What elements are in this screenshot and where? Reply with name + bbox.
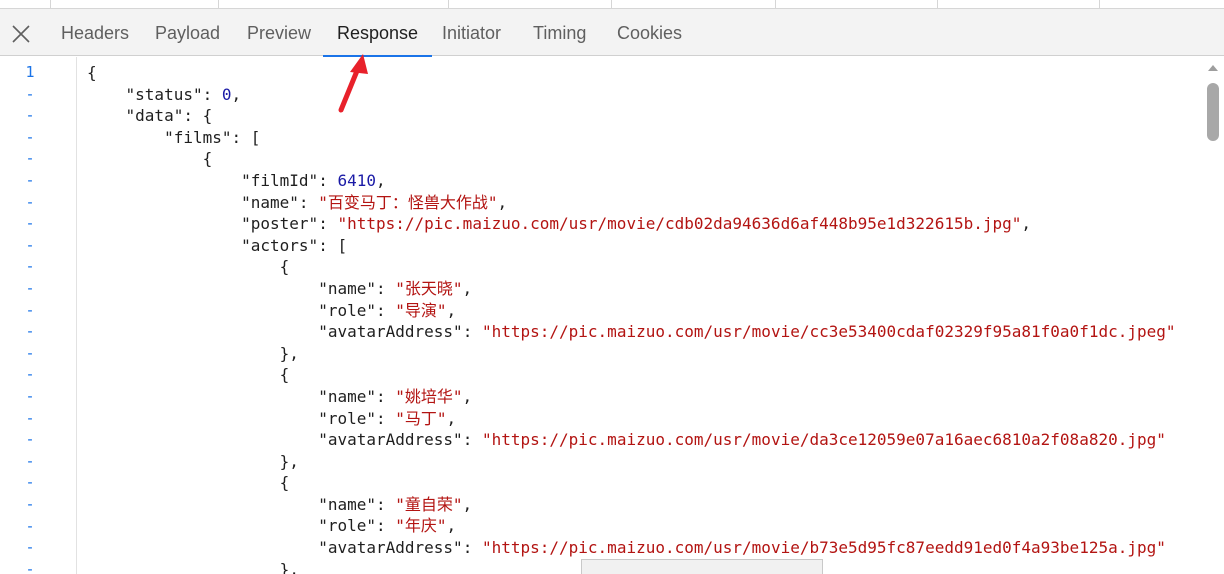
fold-marker: - (25, 559, 35, 574)
scroll-up-arrow-icon[interactable] (1208, 65, 1218, 71)
close-button[interactable] (8, 21, 34, 47)
tab-preview[interactable]: Preview (247, 9, 311, 56)
fold-marker: - (25, 149, 35, 168)
fold-marker: - (25, 127, 35, 146)
fold-marker: - (25, 365, 35, 384)
code-line: "filmId": 6410, (241, 170, 386, 190)
code-line: "role": "年庆", (318, 516, 457, 536)
close-icon (12, 25, 30, 43)
tab-response[interactable]: Response (323, 9, 433, 57)
code-line: "poster": "https://pic.maizuo.com/usr/mo… (241, 214, 1032, 234)
code-line: { (87, 257, 290, 277)
response-code[interactable]: { "status": 0, "data": { "films": [ { "f… (87, 62, 1202, 574)
fold-marker: - (25, 516, 35, 535)
response-viewer[interactable]: 1 - - - - - - - - - - - - - - - - - - - - - - - { "status": 0, … (0, 57, 1224, 574)
code-line: "actors": [ (241, 235, 348, 255)
code-line: { (87, 365, 290, 385)
fold-marker: - (25, 192, 35, 211)
scrollbar-thumb[interactable] (1207, 83, 1219, 141)
fold-marker: - (25, 171, 35, 189)
tab-payload[interactable]: Payload (155, 9, 220, 56)
code-line: "name": "百变马丁：怪兽大作战", (241, 192, 508, 212)
code-line: "name": "姚培华", (318, 386, 473, 406)
code-line: "films": [ (164, 127, 261, 147)
fold-marker: - (25, 495, 35, 513)
code-line: { (87, 63, 97, 82)
code-line: }, (87, 343, 299, 363)
fold-marker: - (25, 214, 35, 233)
fold-marker: - (25, 473, 35, 492)
fold-marker: - (25, 84, 35, 103)
code-line: "avatarAddress": "https://pic.maizuo.com… (318, 538, 1166, 558)
fold-marker: - (25, 322, 35, 341)
fold-marker: - (25, 538, 35, 557)
code-line: "role": "导演", (318, 300, 457, 320)
tab-cookies[interactable]: Cookies (617, 9, 682, 56)
fold-marker: - (25, 408, 35, 427)
fold-marker: - (25, 106, 35, 125)
code-line: "avatarAddress": "https://pic.maizuo.com… (318, 322, 1176, 342)
fold-marker: - (25, 300, 35, 319)
tab-initiator[interactable]: Initiator (442, 9, 501, 56)
code-line: "status": 0, (125, 84, 242, 104)
code-line: "role": "马丁", (318, 408, 457, 428)
bottom-panel-tab[interactable] (581, 559, 823, 574)
tab-timing[interactable]: Timing (533, 9, 586, 56)
fold-marker: - (25, 257, 35, 276)
fold-marker: - (25, 279, 35, 297)
top-strip (0, 0, 1224, 9)
line-number: 1 (25, 63, 35, 81)
devtools-tab-bar: Headers Payload Preview Response Initiat… (0, 9, 1224, 57)
tab-headers[interactable]: Headers (61, 9, 129, 56)
code-line: "avatarAddress": "https://pic.maizuo.com… (318, 430, 1166, 450)
line-number-gutter: 1 - - - - - - - - - - - - - - - - - - - - - - - (0, 57, 77, 574)
code-line: "data": { (125, 106, 213, 126)
code-line: "name": "童自荣", (318, 494, 473, 514)
code-line: "name": "张天晓", (318, 278, 473, 298)
code-line: }, (87, 451, 299, 471)
fold-marker: - (25, 451, 35, 470)
code-line: { (87, 149, 213, 169)
fold-marker: - (25, 430, 35, 449)
code-line: { (87, 473, 290, 493)
fold-marker: - (25, 343, 35, 362)
vertical-scrollbar[interactable] (1202, 57, 1224, 574)
fold-marker: - (25, 235, 35, 254)
fold-marker: - (25, 387, 35, 405)
